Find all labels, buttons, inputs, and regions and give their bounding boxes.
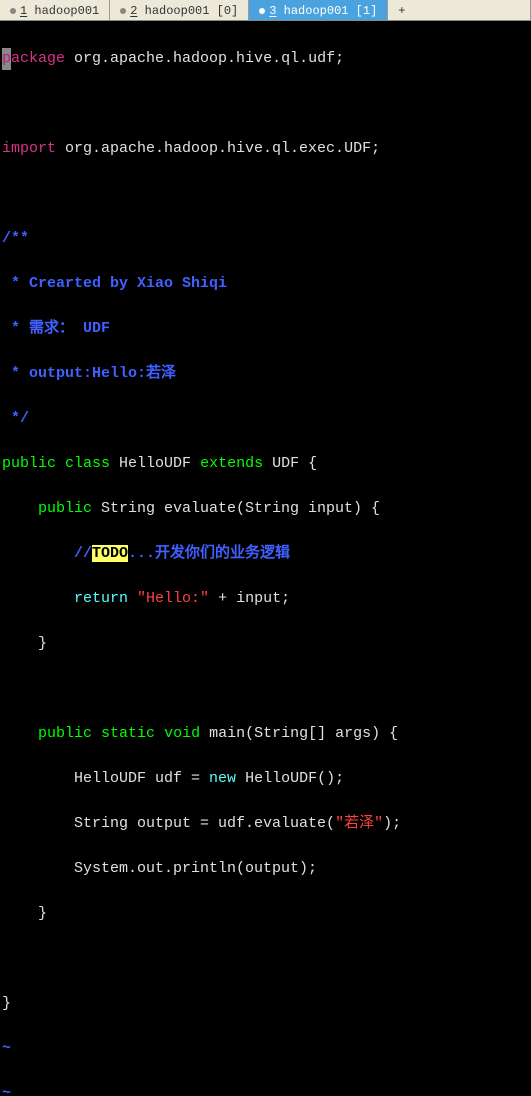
code-line: //TODO...开发你们的业务逻辑 bbox=[2, 543, 529, 566]
tab-2[interactable]: 2 hadoop001 [0] bbox=[110, 0, 249, 20]
dot-icon bbox=[10, 8, 16, 14]
code-line: return "Hello:" + input; bbox=[2, 588, 529, 611]
code-line: public static void main(String[] args) { bbox=[2, 723, 529, 746]
empty-line-tilde: ~ bbox=[2, 1038, 529, 1061]
code-line: */ bbox=[2, 408, 529, 431]
code-line: } bbox=[2, 993, 529, 1016]
code-line: * 需求： UDF bbox=[2, 318, 529, 341]
editor-area[interactable]: package org.apache.hadoop.hive.ql.udf; i… bbox=[0, 21, 531, 1096]
tab-spacer: + bbox=[388, 0, 531, 20]
dot-icon bbox=[259, 8, 265, 14]
tab-bar: 1 hadoop001 2 hadoop001 [0] 3 hadoop001 … bbox=[0, 0, 531, 21]
code-line bbox=[2, 93, 529, 116]
code-line: System.out.println(output); bbox=[2, 858, 529, 881]
code-line: import org.apache.hadoop.hive.ql.exec.UD… bbox=[2, 138, 529, 161]
tab-3[interactable]: 3 hadoop001 [1] bbox=[249, 0, 388, 20]
code-line: * Crearted by Xiao Shiqi bbox=[2, 273, 529, 296]
todo-highlight: TODO bbox=[92, 545, 128, 562]
cursor: p bbox=[2, 48, 11, 71]
code-line: } bbox=[2, 633, 529, 656]
code-line: public String evaluate(String input) { bbox=[2, 498, 529, 521]
code-line bbox=[2, 678, 529, 701]
code-line: package org.apache.hadoop.hive.ql.udf; bbox=[2, 48, 529, 71]
empty-line-tilde: ~ bbox=[2, 1083, 529, 1096]
code-line: * output:Hello:若泽 bbox=[2, 363, 529, 386]
code-line: public class HelloUDF extends UDF { bbox=[2, 453, 529, 476]
code-line bbox=[2, 948, 529, 971]
tab-1[interactable]: 1 hadoop001 bbox=[0, 0, 110, 20]
code-line: HelloUDF udf = new HelloUDF(); bbox=[2, 768, 529, 791]
code-line: String output = udf.evaluate("若泽"); bbox=[2, 813, 529, 836]
dot-icon bbox=[120, 8, 126, 14]
code-line bbox=[2, 183, 529, 206]
code-line: } bbox=[2, 903, 529, 926]
code-line: /** bbox=[2, 228, 529, 251]
